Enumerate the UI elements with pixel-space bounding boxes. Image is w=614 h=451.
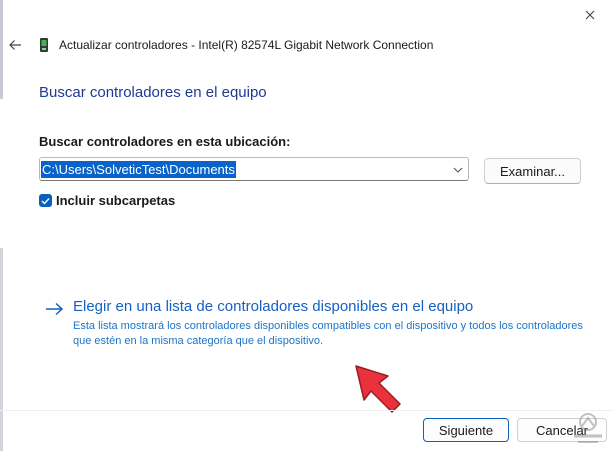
checkmark-icon: [41, 197, 50, 205]
background-window-edge: [0, 0, 3, 451]
page-heading: Buscar controladores en el equipo: [39, 84, 267, 101]
combo-dropdown-button[interactable]: [451, 163, 465, 177]
chevron-down-icon: [453, 167, 463, 173]
choose-from-list-link[interactable]: Elegir en una lista de controladores dis…: [45, 298, 595, 350]
path-combobox[interactable]: C:\Users\SolveticTest\Documents: [39, 157, 469, 181]
include-subfolders-checkbox[interactable]: [39, 194, 52, 207]
arrow-right-icon: [46, 302, 64, 316]
close-button[interactable]: [575, 3, 605, 27]
next-button[interactable]: Siguiente: [423, 418, 509, 442]
footer-divider: [0, 410, 614, 411]
choose-from-list-description: Esta lista mostrará los controladores di…: [73, 320, 583, 347]
window-title: Actualizar controladores - Intel(R) 8257…: [59, 38, 434, 52]
include-subfolders-label[interactable]: Incluir subcarpetas: [56, 193, 175, 208]
update-drivers-window: Actualizar controladores - Intel(R) 8257…: [0, 0, 614, 451]
path-input-value[interactable]: C:\Users\SolveticTest\Documents: [41, 161, 236, 178]
close-icon: [585, 10, 595, 20]
back-button[interactable]: [4, 34, 26, 56]
watermark-logo-icon: [574, 413, 602, 443]
browse-button[interactable]: Examinar...: [484, 158, 581, 184]
choose-from-list-title[interactable]: Elegir en una lista de controladores dis…: [73, 298, 473, 315]
network-device-icon: [40, 38, 48, 52]
location-label: Buscar controladores en esta ubicación:: [39, 134, 291, 149]
back-arrow-icon: [9, 40, 21, 50]
